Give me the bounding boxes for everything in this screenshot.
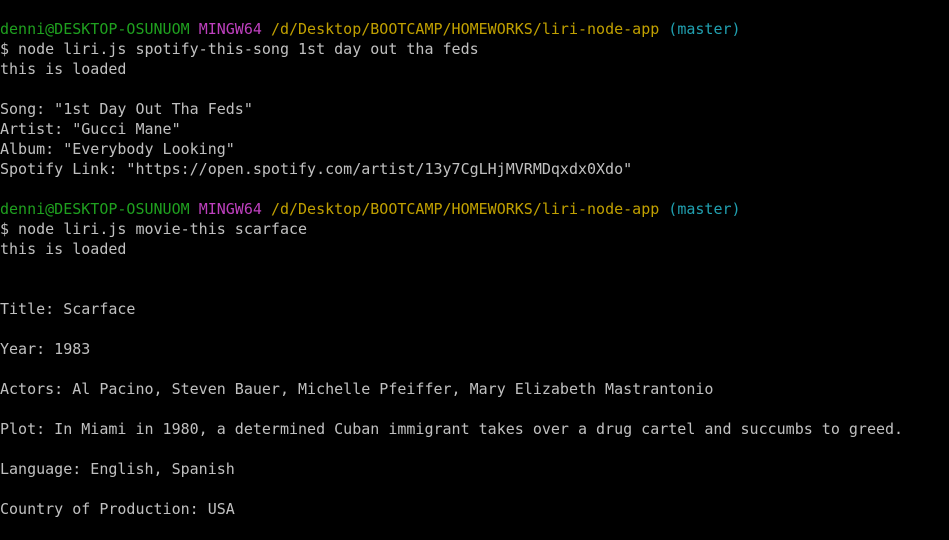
output-actors: Actors: Al Pacino, Steven Bauer, Michell… [0,380,714,398]
prompt-branch: (master) [668,20,741,38]
prompt-system: MINGW64 [198,200,262,218]
prompt-line: denni@DESKTOP-OSUNUOM MINGW64 /d/Desktop… [0,19,949,39]
output-year: Year: 1983 [0,340,91,358]
output-loaded: this is loaded [0,240,127,258]
prompt-user-host: denni@DESKTOP-OSUNUOM [0,20,190,38]
output-spotify-link: Spotify Link: "https://open.spotify.com/… [0,160,633,178]
prompt-line: denni@DESKTOP-OSUNUOM MINGW64 /d/Desktop… [0,199,949,219]
output-song: Song: "1st Day Out Tha Feds" [0,100,253,118]
prompt-path: /d/Desktop/BOOTCAMP/HOMEWORKS/liri-node-… [270,20,660,38]
terminal-window[interactable]: denni@DESKTOP-OSUNUOM MINGW64 /d/Desktop… [0,0,949,540]
output-country: Country of Production: USA [0,500,235,518]
command-line: $ node liri.js spotify-this-song 1st day… [0,40,479,58]
output-album: Album: "Everybody Looking" [0,140,235,158]
output-title: Title: Scarface [0,300,136,318]
output-artist: Artist: "Gucci Mane" [0,120,181,138]
prompt-path: /d/Desktop/BOOTCAMP/HOMEWORKS/liri-node-… [270,200,660,218]
output-loaded: this is loaded [0,60,127,78]
prompt-user-host: denni@DESKTOP-OSUNUOM [0,200,190,218]
prompt-branch: (master) [668,200,741,218]
output-language: Language: English, Spanish [0,460,235,478]
output-plot: Plot: In Miami in 1980, a determined Cub… [0,420,904,438]
command-line: $ node liri.js movie-this scarface [0,220,308,238]
prompt-system: MINGW64 [198,20,262,38]
